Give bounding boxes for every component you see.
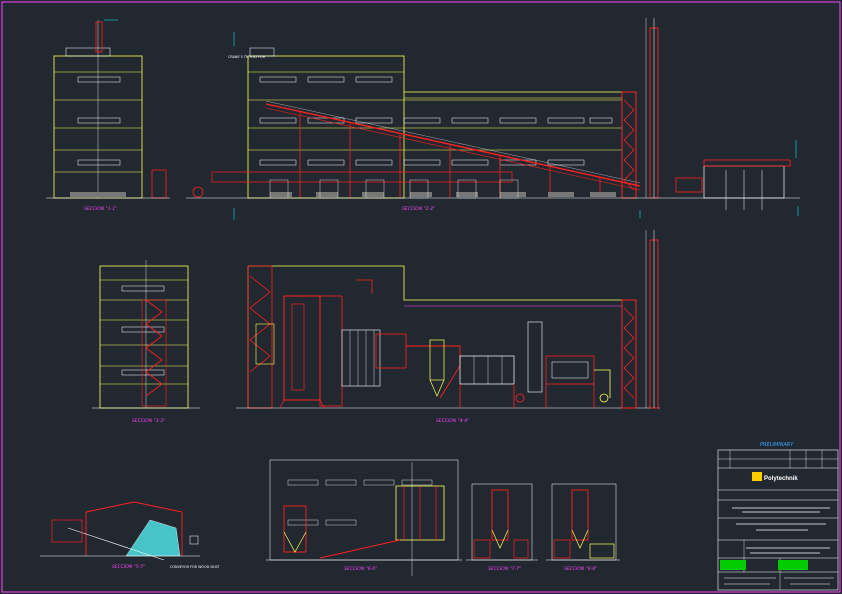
cad-drawing-sheet: SECCION "1-1" CRANE 5 TN,9.65 FOR SECCIO… bbox=[1, 1, 841, 593]
elevation-left-middle bbox=[92, 260, 200, 409]
label-section-2-2: SECCION "2-2" bbox=[402, 206, 435, 212]
section-main-middle bbox=[236, 230, 660, 409]
label-section-8-8: SECCION "8-8" bbox=[564, 566, 597, 572]
section-7-7 bbox=[466, 483, 538, 561]
crane-note: CRANE 5 TN,9.65 FOR bbox=[228, 55, 266, 59]
status-stamp: PRELIMINARY bbox=[760, 442, 794, 448]
title-block: PRELIMINARY Polytechnik bbox=[717, 442, 839, 591]
section-small-hall: CONVEYOR FOR WOOD DUST bbox=[40, 501, 221, 569]
label-section-7-7: SECCION "7-7" bbox=[488, 566, 521, 572]
label-section-1-1: SECCION "1-1" bbox=[84, 206, 117, 212]
label-section-5-5: SECCION "5-5" bbox=[112, 564, 145, 570]
label-section-6-6: SECCION "6-6" bbox=[344, 566, 377, 572]
elevation-main-top: CRANE 5 TN,9.65 FOR bbox=[186, 18, 800, 220]
conveyor-note: CONVEYOR FOR WOOD DUST bbox=[170, 565, 221, 569]
section-bottom-middle bbox=[266, 459, 462, 576]
section-8-8 bbox=[546, 483, 620, 561]
label-section-3-3: SECCION "3-3" bbox=[132, 418, 165, 424]
elevation-left-top bbox=[46, 19, 170, 199]
logo-text: Polytechnik bbox=[764, 476, 798, 482]
label-section-4-4: SECCION "4-4" bbox=[436, 418, 469, 424]
